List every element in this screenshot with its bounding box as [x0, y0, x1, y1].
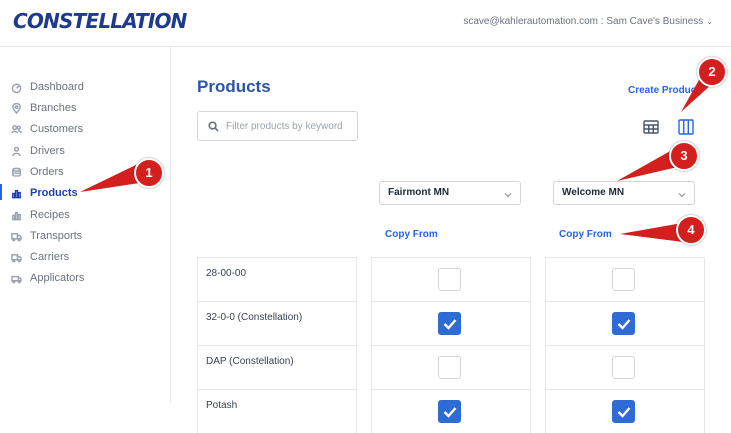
- product-branch-cell: [371, 389, 531, 433]
- recipes-icon: [10, 209, 23, 222]
- chevron-down-icon: ⌄: [706, 17, 713, 26]
- product-branch-checkbox[interactable]: [438, 312, 461, 335]
- sidebar-item-label: Transports: [30, 230, 83, 242]
- page-title: Products: [197, 77, 271, 96]
- driver-icon: [10, 145, 23, 158]
- product-name-cell: 28-00-00: [197, 257, 357, 301]
- sidebar-item-label: Carriers: [30, 251, 70, 263]
- product-branch-cell: [545, 345, 705, 389]
- table-row: DAP (Constellation): [197, 345, 707, 389]
- account-menu[interactable]: scave@kahlerautomation.com : Sam Cave's …: [463, 16, 713, 27]
- sidebar-item-carriers[interactable]: Carriers: [10, 248, 69, 266]
- sidebar-item-label: Products: [30, 187, 78, 199]
- annotation-marker-4: 4: [676, 215, 706, 245]
- truck-icon: [10, 251, 23, 264]
- branch-select-fairmont[interactable]: Fairmont MN: [379, 181, 521, 205]
- annotation-arrow-4: [620, 223, 683, 242]
- sidebar-item-transports[interactable]: Transports: [10, 227, 82, 245]
- copy-from-button-welcome[interactable]: Copy From: [559, 229, 612, 240]
- product-name-cell: 32-0-0 (Constellation): [197, 301, 357, 345]
- product-branch-checkbox[interactable]: [612, 400, 635, 423]
- product-name: Potash: [206, 400, 238, 411]
- applicator-icon: [10, 272, 23, 285]
- sidebar-item-branches[interactable]: Branches: [10, 99, 76, 117]
- product-branch-checkbox[interactable]: [438, 356, 461, 379]
- location-pin-icon: [10, 102, 23, 115]
- column-view-icon[interactable]: [677, 118, 695, 136]
- product-branch-cell: [371, 257, 531, 301]
- table-row: Potash: [197, 389, 707, 433]
- sidebar-item-label: Orders: [30, 166, 64, 178]
- account-label: scave@kahlerautomation.com : Sam Cave's …: [463, 16, 704, 27]
- active-nav-indicator: [0, 184, 2, 200]
- product-name-cell: Potash: [197, 389, 357, 433]
- chevron-down-icon: [678, 190, 686, 201]
- sidebar-item-label: Applicators: [30, 272, 85, 284]
- table-view-icon[interactable]: [642, 118, 660, 136]
- checkmark-icon: [617, 407, 631, 418]
- app-logo[interactable]: CONSTELLATION: [13, 9, 187, 33]
- product-name: 28-00-00: [206, 268, 247, 279]
- table-row: 32-0-0 (Constellation): [197, 301, 707, 345]
- branch-select-value: Fairmont MN: [388, 187, 450, 198]
- sidebar-item-label: Customers: [30, 123, 84, 135]
- chevron-down-icon: [504, 190, 512, 201]
- sidebar-item-applicators[interactable]: Applicators: [10, 269, 84, 287]
- products-icon: [10, 187, 23, 200]
- product-branch-checkbox[interactable]: [438, 268, 461, 291]
- product-branch-cell: [545, 389, 705, 433]
- sidebar-item-label: Branches: [30, 102, 77, 114]
- product-branch-checkbox[interactable]: [612, 356, 635, 379]
- sidebar-item-dashboard[interactable]: Dashboard: [10, 78, 84, 96]
- create-product-link[interactable]: Create Product: [628, 85, 698, 96]
- checkmark-icon: [443, 407, 457, 418]
- table-row: 28-00-00: [197, 257, 707, 301]
- sidebar-item-customers[interactable]: Customers: [10, 120, 83, 138]
- annotation-marker-1: 1: [134, 158, 164, 188]
- branch-select-value: Welcome MN: [562, 187, 625, 198]
- checkmark-icon: [617, 319, 631, 330]
- annotation-marker-2: 2: [697, 57, 727, 87]
- truck-icon: [10, 230, 23, 243]
- sidebar-item-orders[interactable]: Orders: [10, 163, 64, 181]
- sidebar-item-label: Recipes: [30, 209, 70, 221]
- product-branch-checkbox[interactable]: [612, 268, 635, 291]
- users-icon: [10, 123, 23, 136]
- product-name: DAP (Constellation): [206, 356, 294, 367]
- copy-from-button-fairmont[interactable]: Copy From: [385, 229, 438, 240]
- search-input[interactable]: [226, 118, 354, 134]
- product-branch-cell: [371, 301, 531, 345]
- branch-select-welcome[interactable]: Welcome MN: [553, 181, 695, 205]
- product-name: 32-0-0 (Constellation): [206, 312, 303, 323]
- search-icon: [208, 121, 219, 132]
- sidebar-item-products[interactable]: Products: [10, 184, 78, 202]
- product-name-cell: DAP (Constellation): [197, 345, 357, 389]
- dashboard-icon: [10, 81, 23, 94]
- product-branch-cell: [545, 301, 705, 345]
- sidebar-item-drivers[interactable]: Drivers: [10, 142, 65, 160]
- annotation-marker-3: 3: [669, 141, 699, 171]
- top-header: CONSTELLATION scave@kahlerautomation.com…: [0, 0, 731, 47]
- product-branch-checkbox[interactable]: [612, 312, 635, 335]
- sidebar-item-label: Dashboard: [30, 81, 84, 93]
- product-branch-checkbox[interactable]: [438, 400, 461, 423]
- search-box: [197, 111, 358, 141]
- sidebar-item-label: Drivers: [30, 145, 65, 157]
- checkmark-icon: [443, 319, 457, 330]
- product-branch-cell: [371, 345, 531, 389]
- product-branch-cell: [545, 257, 705, 301]
- sidebar-item-recipes[interactable]: Recipes: [10, 206, 70, 224]
- orders-icon: [10, 166, 23, 179]
